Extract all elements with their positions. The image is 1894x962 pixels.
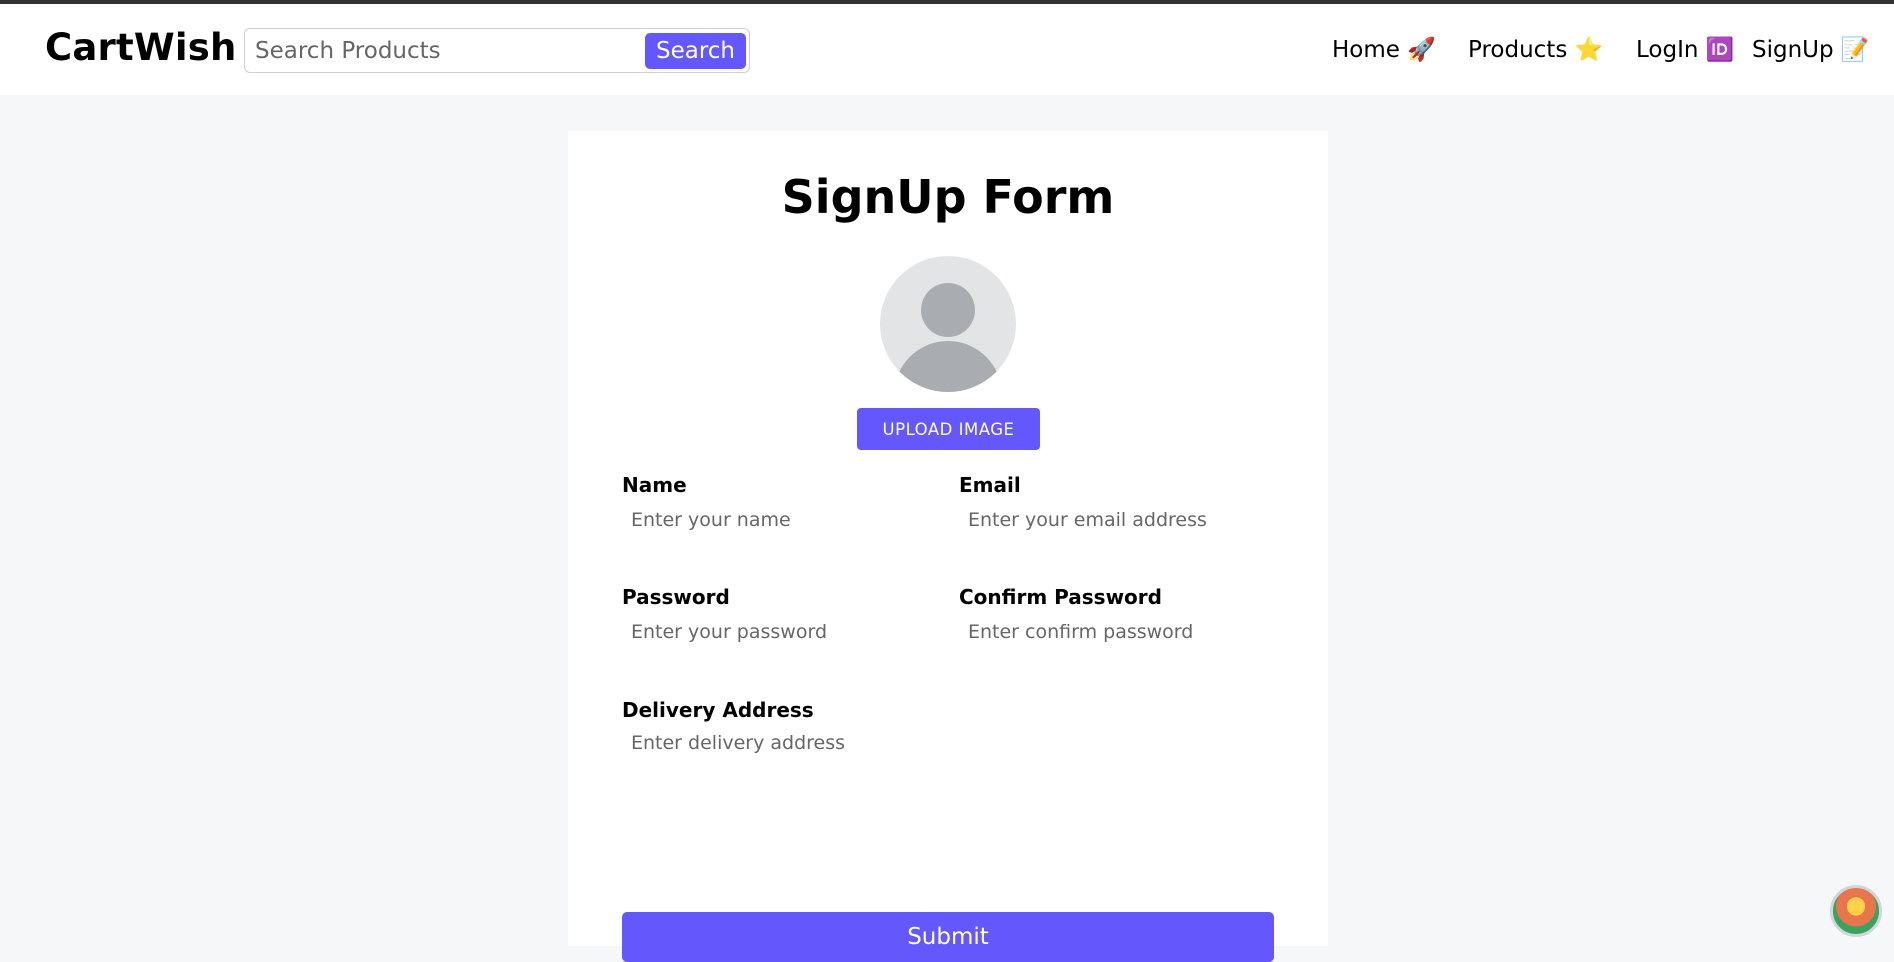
upload-image-button[interactable]: UPLOAD IMAGE — [857, 408, 1040, 450]
delivery-address-field[interactable] — [622, 728, 1272, 858]
signup-card: SignUp Form UPLOAD IMAGE Name Email Pass… — [568, 131, 1328, 962]
name-field[interactable] — [622, 503, 932, 537]
email-field[interactable] — [959, 503, 1274, 537]
brand-logo[interactable]: CartWish — [45, 26, 237, 69]
nav-link-products[interactable]: Products ⭐ — [1468, 36, 1603, 63]
navbar: CartWish Search Home 🚀 Products ⭐ LogIn … — [0, 4, 1894, 95]
search-form: Search — [244, 28, 750, 73]
email-label: Email — [959, 473, 1021, 497]
avatar-body — [894, 341, 1002, 392]
submit-button[interactable]: Submit — [622, 912, 1274, 962]
beach-app-icon[interactable] — [1830, 885, 1882, 937]
delivery-address-label: Delivery Address — [622, 698, 814, 722]
user-avatar-icon — [880, 256, 1016, 392]
password-label: Password — [622, 585, 730, 609]
page-title: SignUp Form — [781, 170, 1115, 224]
nav-link-login[interactable]: LogIn 🆔 — [1636, 36, 1734, 63]
name-label: Name — [622, 473, 687, 497]
confirm-password-label: Confirm Password — [959, 585, 1162, 609]
search-input[interactable] — [255, 35, 635, 67]
password-field[interactable] — [622, 615, 932, 649]
nav-link-signup[interactable]: SignUp 📝 — [1752, 36, 1870, 63]
confirm-password-field[interactable] — [959, 615, 1274, 649]
nav-link-home[interactable]: Home 🚀 — [1332, 36, 1436, 63]
search-button[interactable]: Search — [645, 33, 746, 69]
avatar-head — [921, 283, 975, 337]
